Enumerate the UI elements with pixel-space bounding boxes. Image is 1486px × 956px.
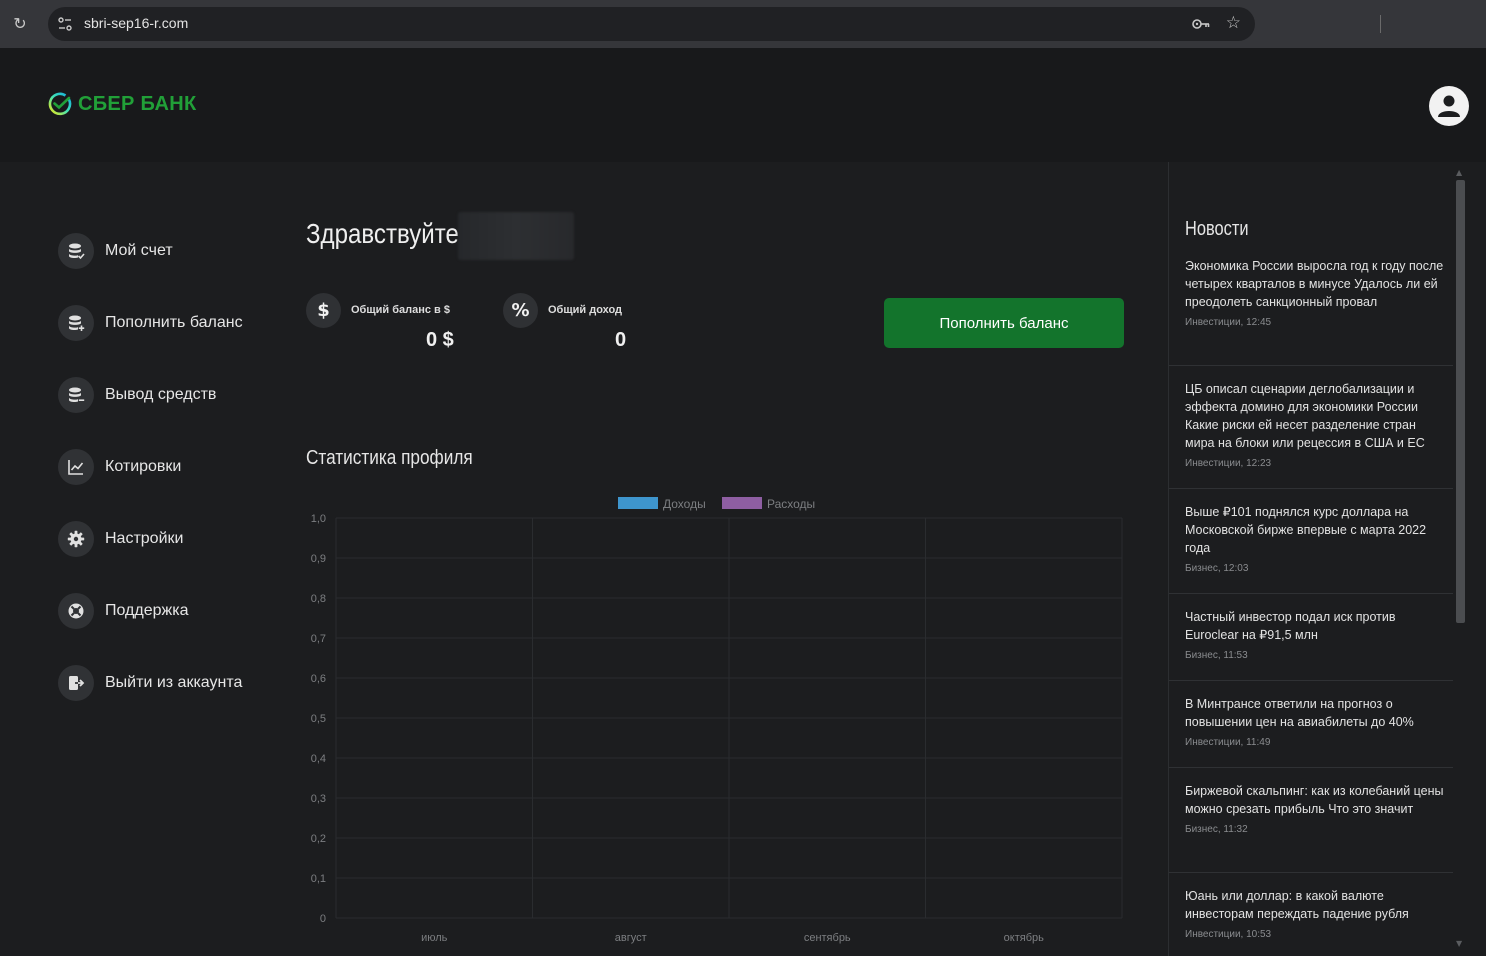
- sidebar-item-label: Настройки: [105, 530, 184, 547]
- percent-icon: %: [503, 293, 538, 328]
- gear-icon: [58, 521, 94, 557]
- database-plus-icon: [58, 305, 94, 341]
- news-item[interactable]: Юань или доллар: в какой валюте инвестор…: [1169, 887, 1453, 956]
- greeting-title: Здравствуйте,: [306, 218, 466, 249]
- lifebuoy-icon: [58, 593, 94, 629]
- site-header: СБЕР БАНК: [0, 48, 1486, 162]
- news-headline[interactable]: Экономика России выросла год к году посл…: [1185, 257, 1447, 311]
- y-tick-label: 0,6: [311, 673, 326, 685]
- y-tick-label: 0,8: [311, 593, 326, 605]
- news-headline[interactable]: Выше ₽101 поднялся курс доллара на Моско…: [1185, 503, 1447, 557]
- sidebar-item-my-account[interactable]: Мой счет: [58, 233, 173, 269]
- chart-line-icon: [58, 449, 94, 485]
- sidebar-item-label: Выйти из аккаунта: [105, 674, 243, 691]
- income-label: Общий доход: [548, 304, 623, 316]
- sidebar-item-label: Котировки: [105, 458, 182, 475]
- news-headline[interactable]: Частный инвестор подал иск против Eurocl…: [1185, 608, 1447, 644]
- x-tick-label: октябрь: [1004, 932, 1044, 944]
- scroll-down-icon[interactable]: ▼: [1456, 939, 1462, 948]
- news-item[interactable]: Частный инвестор подал иск против Eurocl…: [1169, 608, 1453, 681]
- news-headline[interactable]: Биржевой скальпинг: как из колебаний цен…: [1185, 782, 1447, 818]
- sidebar-item-label: Вывод средств: [105, 386, 217, 403]
- bookmark-star-icon[interactable]: ☆: [1226, 13, 1241, 33]
- balance-stat: $ Общий баланс в $ 0 $: [306, 293, 466, 353]
- news-meta: Инвестиции, 10:53: [1185, 929, 1272, 940]
- sidebar-item-withdraw[interactable]: Вывод средств: [58, 377, 216, 413]
- sidebar-item-support[interactable]: Поддержка: [58, 593, 188, 629]
- x-tick-label: сентябрь: [804, 932, 851, 944]
- y-tick-label: 1,0: [311, 513, 326, 525]
- y-tick-label: 0,1: [311, 873, 326, 885]
- y-tick-label: 0: [320, 913, 326, 925]
- income-value: 0: [615, 329, 627, 351]
- y-tick-label: 0,5: [311, 713, 326, 725]
- toolbar-divider: [1380, 15, 1381, 33]
- database-check-icon: [58, 233, 94, 269]
- news-item[interactable]: Экономика России выросла год к году посл…: [1169, 257, 1453, 366]
- news-meta: Бизнес, 11:32: [1185, 824, 1248, 835]
- profile-stats-chart: 0 0,1 0,2 0,3 0,4 0,5 0,6 0,7 0,8 0,9 1,0 июль авгус…: [311, 497, 1123, 944]
- profile-stats-title: Статистика профиля: [306, 447, 473, 469]
- news-meta: Инвестиции, 12:23: [1185, 458, 1272, 469]
- address-bar[interactable]: sbri-sep16-r.com ☆: [48, 7, 1255, 41]
- news-item[interactable]: ЦБ описал сценарии деглобализации и эффе…: [1169, 380, 1453, 489]
- news-headline[interactable]: ЦБ описал сценарии деглобализации и эффе…: [1185, 380, 1447, 452]
- sidebar-item-label: Поддержка: [105, 602, 189, 619]
- sidebar-item-label: Мой счет: [105, 242, 173, 259]
- reload-icon[interactable]: ↻: [10, 14, 30, 34]
- sber-logo[interactable]: СБЕР БАНК: [48, 92, 196, 116]
- user-icon: [1438, 95, 1460, 117]
- legend-swatch: [722, 497, 762, 509]
- site-info-icon[interactable]: [56, 15, 74, 33]
- sidebar-item-logout[interactable]: Выйти из аккаунта: [58, 665, 242, 701]
- y-tick-label: 0,4: [311, 753, 326, 765]
- y-tick-label: 0,7: [311, 633, 326, 645]
- sidebar-item-top-up[interactable]: Пополнить баланс: [58, 305, 243, 341]
- news-item[interactable]: В Минтрансе ответили на прогноз о повыше…: [1169, 695, 1453, 768]
- news-item[interactable]: Выше ₽101 поднялся курс доллара на Моско…: [1169, 503, 1453, 594]
- user-avatar-button[interactable]: [1429, 86, 1469, 126]
- balance-value: 0 $: [426, 329, 454, 351]
- sidebar-item-settings[interactable]: Настройки: [58, 521, 183, 557]
- dollar-icon: $: [306, 293, 341, 328]
- password-key-icon[interactable]: [1191, 15, 1211, 33]
- scroll-up-icon[interactable]: ▲: [1456, 168, 1462, 177]
- news-meta: Бизнес, 11:53: [1185, 650, 1248, 661]
- logout-icon: [58, 665, 94, 701]
- scrollbar-thumb[interactable]: [1456, 180, 1465, 623]
- news-meta: Инвестиции, 12:45: [1185, 317, 1272, 328]
- y-tick-label: 0,2: [311, 833, 326, 845]
- news-headline[interactable]: Юань или доллар: в какой валюте инвестор…: [1185, 887, 1447, 923]
- news-title: Новости: [1185, 218, 1249, 240]
- legend-swatch: [618, 497, 658, 509]
- x-tick-label: август: [615, 932, 647, 944]
- sidebar-item-label: Пополнить баланс: [105, 314, 243, 331]
- income-stat: % Общий доход 0: [503, 293, 643, 353]
- y-tick-label: 0,9: [311, 553, 326, 565]
- news-headline[interactable]: В Минтрансе ответили на прогноз о повыше…: [1185, 695, 1447, 731]
- username-redacted: [458, 212, 574, 260]
- sber-logo-icon: [48, 92, 72, 116]
- news-meta: Бизнес, 12:03: [1185, 563, 1249, 574]
- news-meta: Инвестиции, 11:49: [1185, 737, 1271, 748]
- logo-text: СБЕР БАНК: [78, 92, 197, 115]
- news-scrollbar[interactable]: ▲ ▼: [1453, 168, 1467, 948]
- balance-label: Общий баланс в $: [351, 304, 450, 316]
- browser-toolbar: ↻ sbri-sep16-r.com ☆: [0, 0, 1486, 48]
- legend-label: Расходы: [767, 497, 815, 511]
- y-tick-label: 0,3: [311, 793, 326, 805]
- topup-balance-button[interactable]: Пополнить баланс: [884, 298, 1124, 348]
- news-item[interactable]: Биржевой скальпинг: как из колебаний цен…: [1169, 782, 1453, 873]
- legend-label: Доходы: [663, 497, 706, 511]
- url-text[interactable]: sbri-sep16-r.com: [84, 15, 188, 31]
- sidebar-item-quotes[interactable]: Котировки: [58, 449, 181, 485]
- database-minus-icon: [58, 377, 94, 413]
- x-tick-label: июль: [421, 932, 448, 944]
- news-panel: Новости Экономика России выросла год к г…: [1168, 162, 1486, 956]
